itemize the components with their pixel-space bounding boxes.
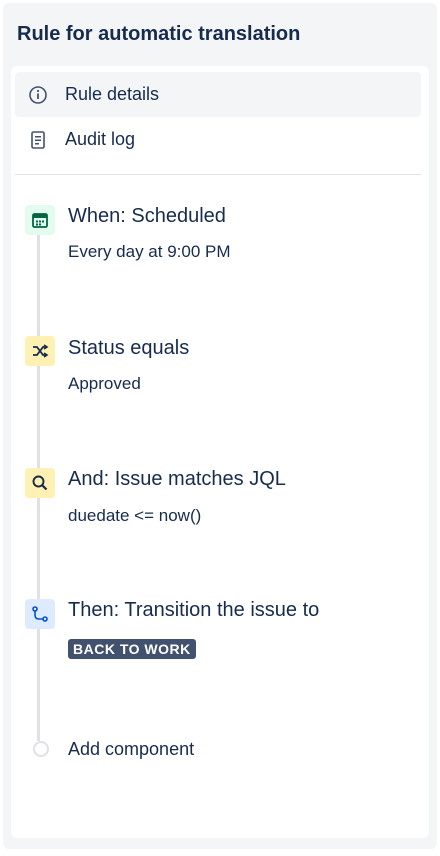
nav-item-label: Rule details — [65, 84, 160, 104]
nav-item-audit-log[interactable]: Audit log — [15, 117, 421, 162]
nav-item-label: Audit log — [65, 129, 136, 149]
status-lozenge: BACK TO WORK — [68, 639, 196, 659]
divider — [15, 174, 421, 175]
step-title[interactable]: Then: Transition the issue to — [68, 599, 319, 622]
shuffle-icon — [25, 336, 55, 366]
calendar-icon — [25, 205, 55, 235]
search-icon — [25, 468, 55, 498]
add-component-link[interactable]: Add component — [68, 739, 194, 760]
rule-sidebar: Rule for automatic translation Rule deta… — [3, 3, 437, 849]
step-subtitle: Approved — [68, 374, 141, 393]
document-icon — [28, 130, 48, 150]
transition-icon — [25, 599, 55, 629]
rule-panel: Rule details Audit log When: Scheduled E… — [11, 66, 429, 838]
step-title[interactable]: Status equals — [68, 337, 189, 360]
step-title[interactable]: And: Issue matches JQL — [68, 468, 286, 491]
info-icon — [28, 85, 48, 105]
nav-item-rule-details[interactable]: Rule details — [15, 72, 421, 117]
step-subtitle: Every day at 9:00 PM — [68, 242, 231, 261]
step-title[interactable]: When: Scheduled — [68, 205, 226, 228]
step-subtitle: duedate <= now() — [68, 506, 202, 525]
page-title: Rule for automatic translation — [17, 23, 301, 45]
add-component-circle-icon — [33, 741, 49, 757]
